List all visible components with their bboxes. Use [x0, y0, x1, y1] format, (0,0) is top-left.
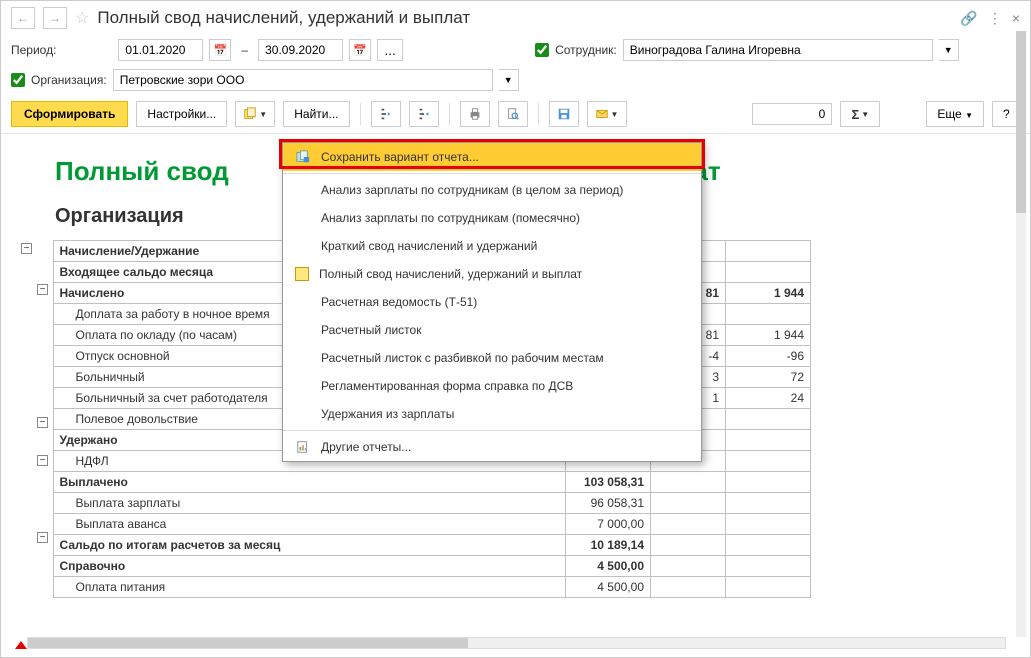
window-title: Полный свод начислений, удержаний и выпл… [97, 8, 952, 28]
separator [449, 103, 450, 125]
nav-forward-button[interactable]: → [43, 7, 67, 29]
nav-back-button[interactable]: ← [11, 7, 35, 29]
menu-item[interactable]: Удержания из зарплаты [283, 400, 701, 428]
menu-separator [283, 173, 701, 174]
row-label: Оплата питания [53, 577, 566, 598]
row-label: Выплата аванса [53, 514, 566, 535]
settings-button[interactable]: Настройки... [136, 101, 227, 127]
expand-levels-button[interactable] [371, 101, 401, 127]
more-button[interactable]: Еще ▼ [926, 101, 984, 127]
menu-item[interactable]: Расчетный листок [283, 316, 701, 344]
employee-dropdown-button[interactable]: ▼ [939, 39, 959, 61]
vertical-scrollbar[interactable] [1016, 31, 1026, 637]
tree-toggle[interactable]: − [37, 455, 48, 466]
org-input[interactable] [113, 69, 493, 91]
menu-item[interactable]: Краткий свод начислений и удержаний [283, 232, 701, 260]
menu-item[interactable]: Анализ зарплаты по сотрудникам (в целом … [283, 176, 701, 204]
date-to-input[interactable] [258, 39, 343, 61]
save-variant-icon [295, 150, 311, 164]
period-ellipsis-button[interactable]: ... [377, 39, 403, 61]
menu-other-reports[interactable]: Другие отчеты... [283, 433, 701, 461]
date-from-calendar-button[interactable]: 📅 [209, 39, 231, 61]
tree-toggle[interactable]: − [37, 284, 48, 295]
variant-menu: Сохранить вариант отчета... Анализ зарпл… [282, 142, 702, 462]
row-label: Выплата зарплаты [53, 493, 566, 514]
employee-label: Сотрудник: [555, 43, 617, 57]
separator [360, 103, 361, 125]
favorite-star-icon[interactable]: ☆ [75, 8, 89, 28]
menu-item[interactable]: Расчетная ведомость (Т-51) [283, 288, 701, 316]
employee-filter-checkbox[interactable] [535, 43, 549, 57]
close-icon[interactable]: × [1012, 10, 1020, 26]
menu-item[interactable]: Анализ зарплаты по сотрудникам (помесячн… [283, 204, 701, 232]
row-label: Сальдо по итогам расчетов за месяц [53, 535, 566, 556]
date-from-input[interactable] [118, 39, 203, 61]
sigma-dropdown-button[interactable]: Σ▼ [840, 101, 880, 127]
menu-item[interactable]: Расчетный листок с разбивкой по рабочим … [283, 344, 701, 372]
employee-input[interactable] [623, 39, 933, 61]
separator [538, 103, 539, 125]
generate-button[interactable]: Сформировать [11, 101, 128, 127]
org-filter-checkbox[interactable] [11, 73, 25, 87]
date-to-calendar-button[interactable]: 📅 [349, 39, 371, 61]
menu-separator [283, 430, 701, 431]
save-button[interactable] [549, 101, 579, 127]
menu-item-selected[interactable]: Полный свод начислений, удержаний и выпл… [283, 260, 701, 288]
row-label: Выплачено [53, 472, 566, 493]
print-button[interactable] [460, 101, 490, 127]
period-label: Период: [11, 43, 56, 57]
check-icon [295, 267, 309, 281]
tree-toggle[interactable]: − [37, 532, 48, 543]
more-menu-icon[interactable]: ⋮ [988, 10, 1002, 27]
collapse-levels-button[interactable] [409, 101, 439, 127]
link-icon[interactable]: 🔗 [960, 10, 977, 27]
sum-input[interactable] [752, 103, 832, 125]
row-label: Справочно [53, 556, 566, 577]
variant-dropdown-button[interactable]: ▼ [235, 101, 275, 127]
horizontal-scrollbar[interactable] [27, 637, 1006, 649]
org-dropdown-button[interactable]: ▼ [499, 69, 519, 91]
footer-marker-icon [15, 641, 27, 649]
tree-toggle[interactable]: − [37, 417, 48, 428]
email-dropdown-button[interactable]: ▼ [587, 101, 627, 127]
date-separator: – [237, 43, 252, 57]
org-label: Организация: [31, 73, 107, 87]
menu-save-variant[interactable]: Сохранить вариант отчета... [283, 143, 701, 171]
preview-button[interactable] [498, 101, 528, 127]
reports-icon [295, 440, 311, 454]
find-button[interactable]: Найти... [283, 101, 349, 127]
menu-item[interactable]: Регламентированная форма справка по ДСВ [283, 372, 701, 400]
